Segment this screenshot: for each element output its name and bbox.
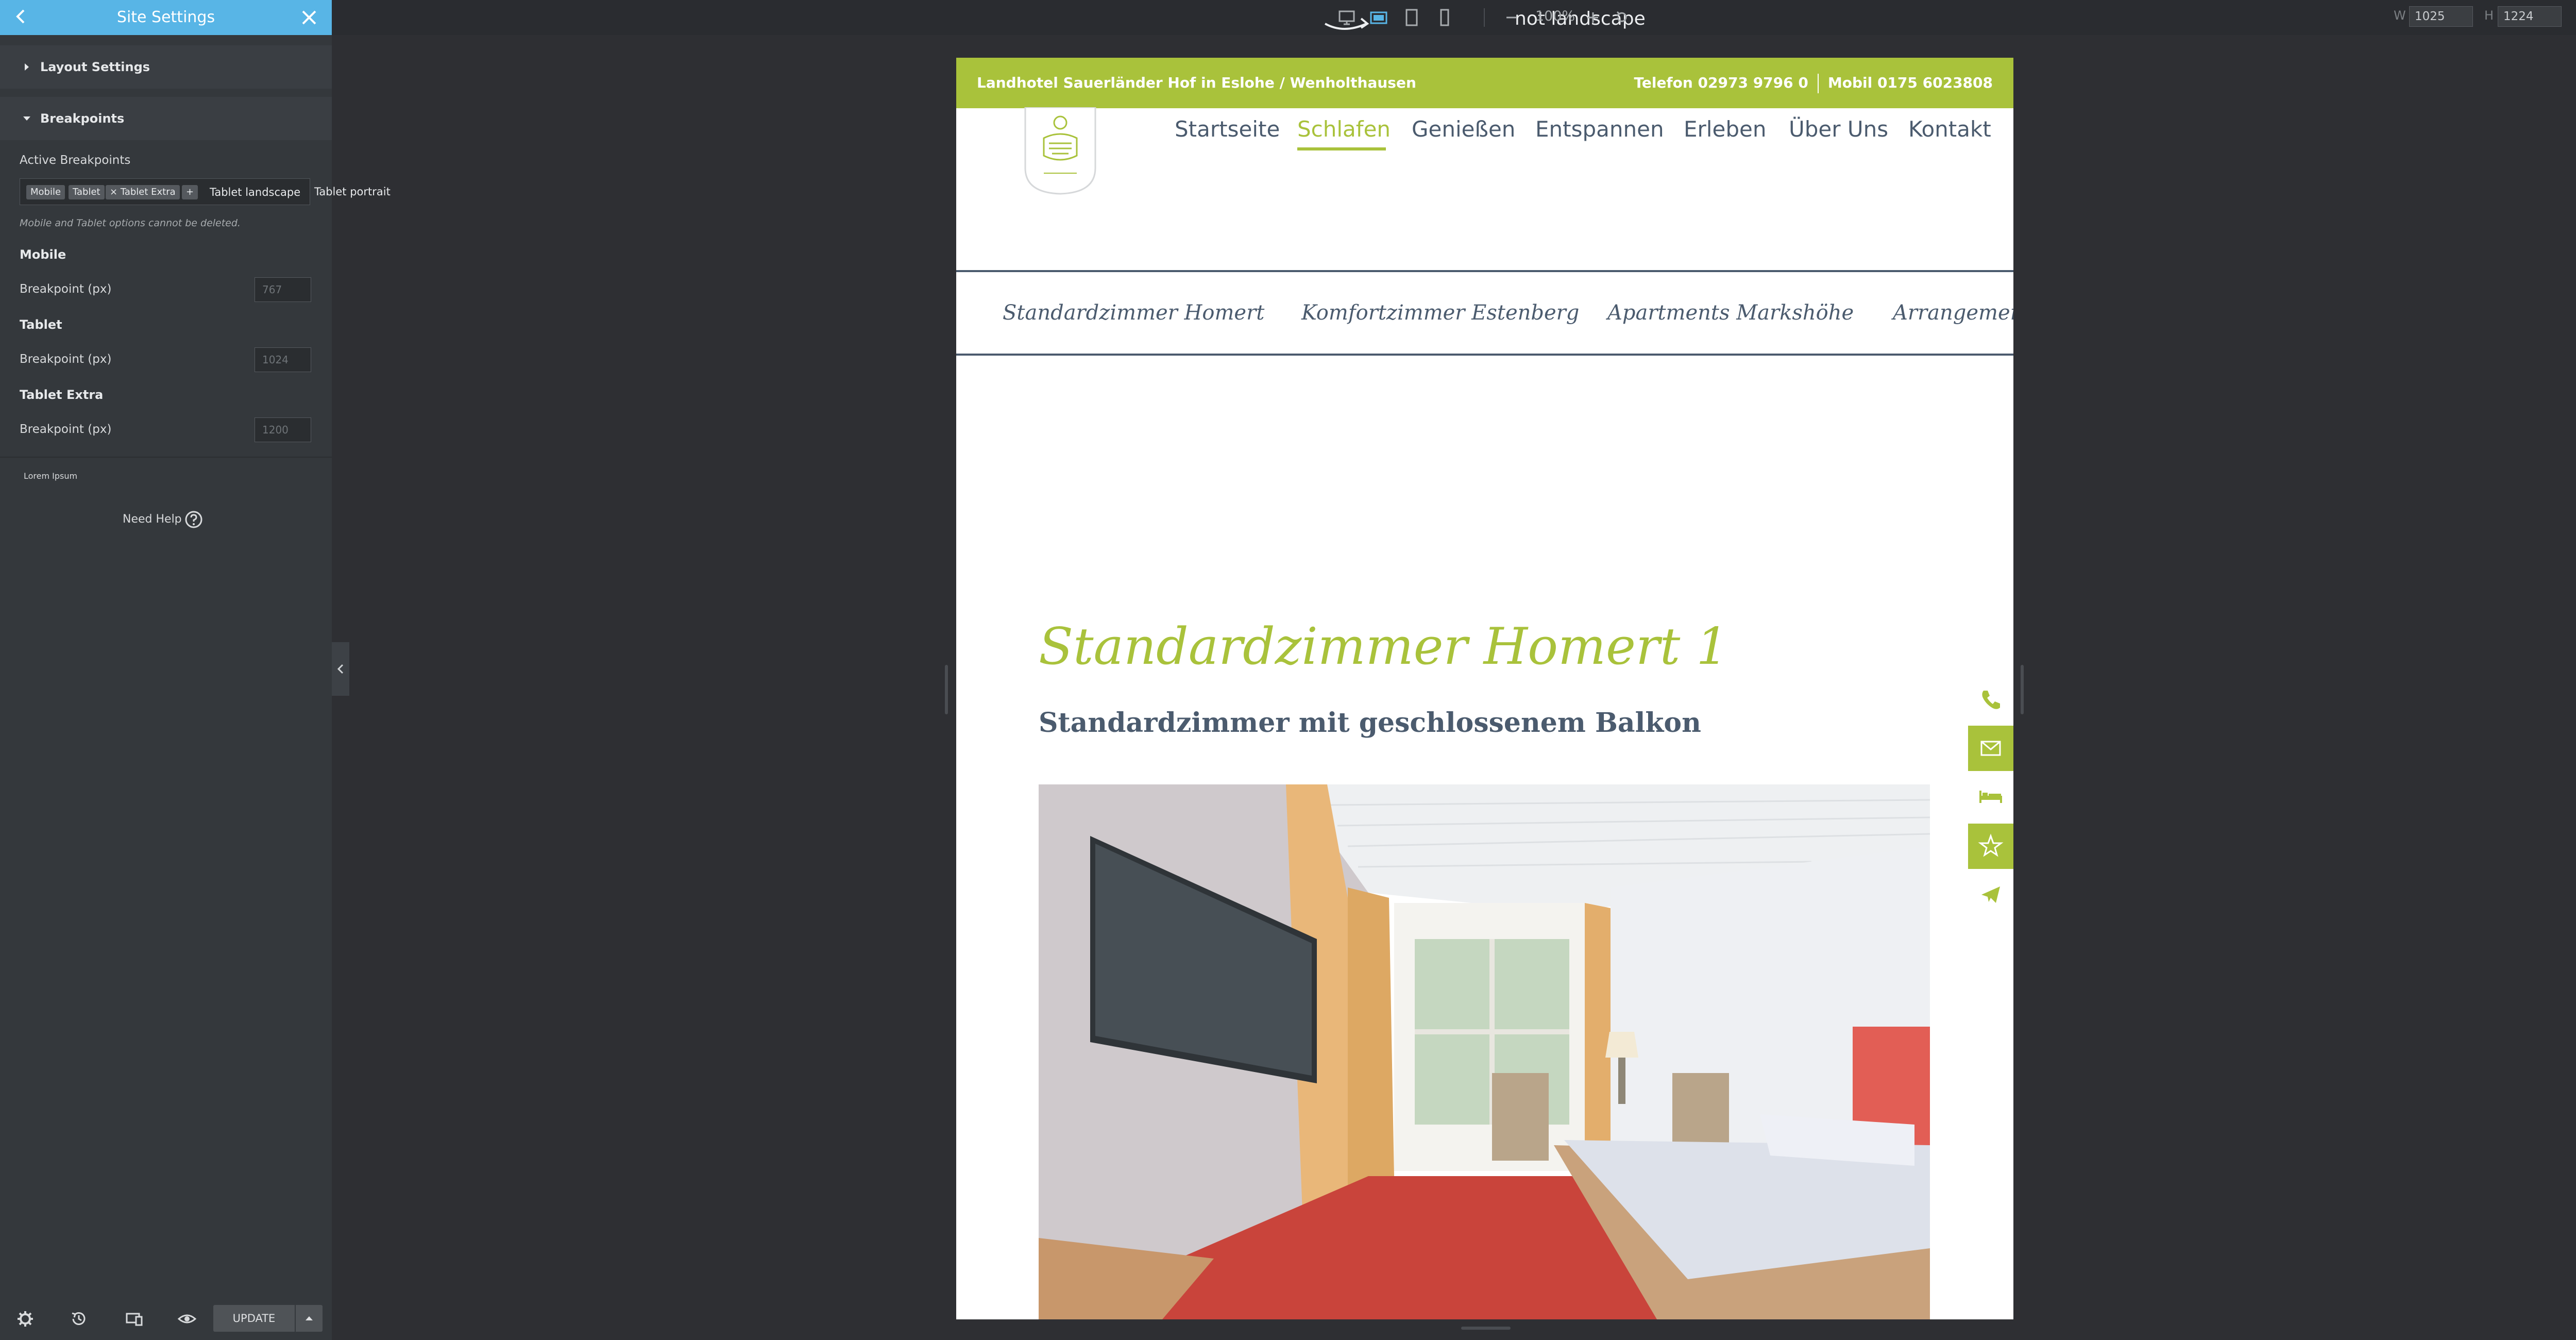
nav-item-entspannen[interactable]: Entspannen — [1535, 116, 1664, 142]
mobile-device-icon[interactable] — [1434, 7, 1455, 28]
collapse-panel-button[interactable] — [332, 642, 349, 696]
close-icon[interactable] — [298, 6, 320, 29]
tag-tablet-extra: × Tablet Extra — [106, 185, 180, 199]
caret-right-icon — [21, 61, 33, 73]
responsive-toolbar: not landscape 100% W 1025 H 1224 — [332, 0, 2576, 35]
width-input[interactable]: 1025 — [2409, 6, 2473, 27]
preview-eye-icon[interactable] — [177, 1309, 197, 1329]
nav-item-ueber-uns[interactable]: Über Uns — [1789, 116, 1888, 142]
panel-header: Site Settings — [0, 0, 332, 35]
main-navigation: Startseite Schlafen Genießen Entspannen … — [1175, 116, 1993, 153]
panel-title: Site Settings — [116, 8, 215, 26]
responsive-mode-icon[interactable] — [125, 1309, 144, 1329]
room-photo — [1039, 784, 1930, 1319]
group-title-tablet-extra: Tablet Extra — [20, 388, 104, 402]
sub-nav-komfortzimmer-estenberg[interactable]: Komfortzimmer Estenberg — [1301, 272, 1579, 354]
tag-label: Tablet Extra — [120, 187, 176, 197]
send-icon — [1981, 886, 2000, 903]
tablet-breakpoint-input[interactable]: 1024 — [255, 347, 311, 372]
nav-item-schlafen[interactable]: Schlafen — [1297, 116, 1391, 142]
add-breakpoint-button[interactable]: + — [182, 185, 198, 199]
settings-gear-icon[interactable] — [15, 1309, 35, 1329]
tablet-landscape-device-icon[interactable] — [1368, 7, 1389, 28]
tag-remove-icon[interactable]: × — [110, 187, 117, 197]
height-input[interactable]: 1224 — [2498, 6, 2562, 27]
active-breakpoints-select[interactable]: Mobile Tablet × Tablet Extra + Tablet la… — [20, 178, 310, 205]
resize-handle-left[interactable] — [945, 665, 948, 714]
nav-item-startseite[interactable]: Startseite — [1175, 116, 1280, 142]
section-label: Layout Settings — [40, 60, 150, 74]
divider — [0, 457, 332, 458]
option-tablet-portrait[interactable]: Tablet portrait — [314, 178, 391, 205]
hotel-logo[interactable] — [1023, 106, 1097, 195]
phone-link[interactable]: Telefon 02973 9796 0 — [1634, 74, 1808, 91]
field-label-mobile: Breakpoint (px) — [20, 282, 112, 296]
nav-item-kontakt[interactable]: Kontakt — [1908, 116, 1991, 142]
option-tablet-landscape[interactable]: Tablet landscape — [210, 179, 300, 206]
active-nav-underline — [1297, 147, 1386, 150]
section-label: Breakpoints — [40, 111, 125, 126]
active-breakpoints-label: Active Breakpoints — [20, 154, 131, 167]
need-help-link[interactable]: Need Help — [123, 508, 202, 531]
send-button[interactable] — [1968, 872, 2013, 917]
group-title-mobile: Mobile — [20, 247, 66, 262]
desktop-device-icon[interactable] — [1336, 7, 1357, 28]
resize-handle-bottom[interactable] — [1461, 1327, 1511, 1330]
need-help-label: Need Help — [123, 513, 182, 526]
mobile-breakpoint-input[interactable]: 767 — [255, 277, 311, 302]
bed-icon — [1979, 791, 2002, 803]
mobile-link[interactable]: Mobil 0175 6023808 — [1828, 74, 1993, 91]
update-button[interactable]: UPDATE — [213, 1305, 295, 1332]
lorem-text: Lorem Ipsum — [24, 471, 78, 481]
group-title-tablet: Tablet — [20, 317, 62, 332]
mail-button[interactable] — [1968, 726, 2013, 771]
mail-icon — [1980, 741, 2001, 756]
sub-nav-standardzimmer-homert[interactable]: Standardzimmer Homert — [1003, 272, 1264, 354]
hotel-location-text: Landhotel Sauerländer Hof in Eslohe / We… — [977, 74, 1416, 91]
field-label-tablet: Breakpoint (px) — [20, 353, 112, 366]
field-label-tablet-extra: Breakpoint (px) — [20, 423, 112, 436]
nav-item-geniessen[interactable]: Genießen — [1412, 116, 1515, 142]
caret-down-icon — [21, 112, 33, 125]
history-icon[interactable] — [69, 1309, 89, 1329]
resize-handle-right[interactable] — [2021, 665, 2024, 714]
zoom-in-icon[interactable] — [1583, 7, 1603, 28]
nav-item-erleben[interactable]: Erleben — [1684, 116, 1766, 142]
phone-icon — [1982, 691, 2000, 709]
tablet-portrait-device-icon[interactable] — [1401, 7, 1422, 28]
zoom-level: 100% — [1535, 8, 1575, 24]
toolbar-divider — [1484, 8, 1485, 27]
update-options-button[interactable] — [296, 1305, 323, 1332]
zoom-out-icon[interactable] — [1501, 7, 1522, 28]
section-breakpoints[interactable]: Breakpoints — [0, 97, 332, 140]
tablet-extra-breakpoint-input[interactable]: 1200 — [255, 417, 311, 442]
room-subtitle: Standardzimmer mit geschlossenem Balkon — [1039, 707, 1701, 739]
site-settings-panel: Site Settings Layout Settings Breakpoint… — [0, 0, 391, 1340]
help-icon — [184, 510, 203, 529]
breakpoints-note: Mobile and Tablet options cannot be dele… — [20, 217, 241, 229]
sub-nav-arrangement[interactable]: Arrangement — [1893, 272, 2013, 354]
tag-mobile: Mobile — [26, 185, 65, 199]
sub-nav-apartments-markshoehe[interactable]: Apartments Markshöhe — [1607, 272, 1854, 354]
booking-button[interactable] — [1968, 774, 2013, 819]
height-label: H — [2484, 8, 2494, 23]
separator — [1817, 74, 1819, 93]
review-button[interactable] — [1968, 824, 2013, 869]
star-icon — [1978, 833, 2004, 857]
section-layout-settings[interactable]: Layout Settings — [0, 45, 332, 89]
site-top-bar: Landhotel Sauerländer Hof in Eslohe / We… — [956, 58, 2013, 108]
tag-tablet: Tablet — [69, 185, 105, 199]
back-icon[interactable] — [11, 5, 32, 28]
phone-button[interactable] — [1968, 676, 2013, 722]
room-sub-navigation: Standardzimmer Homert Komfortzimmer Este… — [956, 270, 2013, 356]
room-title: Standardzimmer Homert 1 — [1039, 617, 1728, 676]
reset-zoom-icon[interactable] — [1612, 7, 1632, 28]
site-preview: Landhotel Sauerländer Hof in Eslohe / We… — [956, 58, 2013, 1319]
contact-numbers: Telefon 02973 9796 0 Mobil 0175 6023808 — [1634, 58, 1993, 108]
width-label: W — [2394, 8, 2406, 23]
